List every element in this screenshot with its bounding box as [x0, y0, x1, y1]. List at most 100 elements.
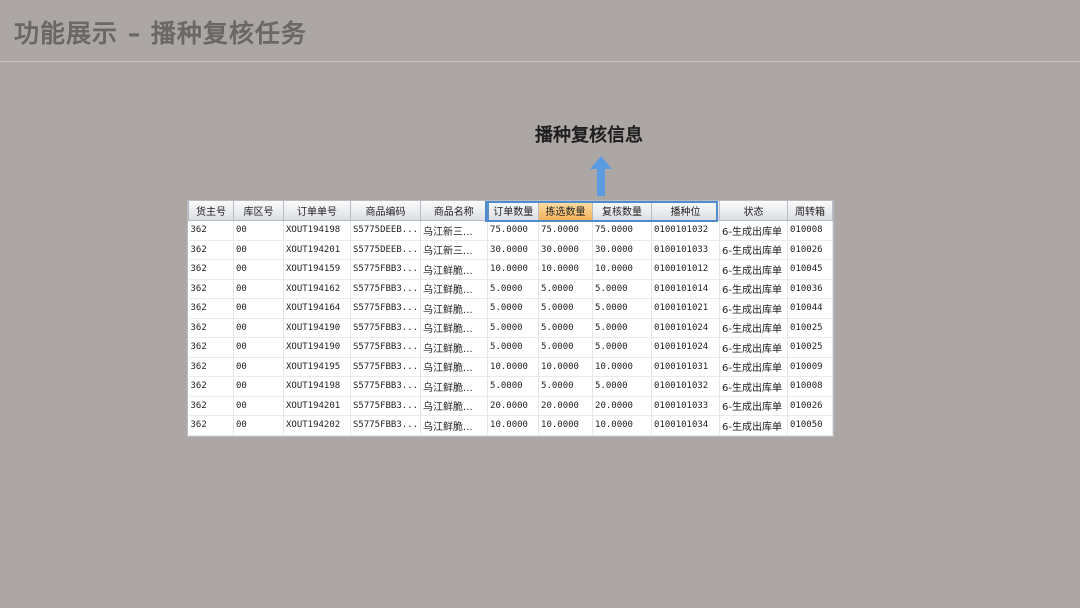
table-cell: 6-生成出库单	[719, 279, 789, 299]
table-cell: 0100101032	[651, 220, 721, 241]
column-header[interactable]: 订单单号	[283, 201, 351, 221]
table-row[interactable]: 362 00 XOUT194201 S5775FBB3... 乌江鲜脆... 20.000…	[188, 396, 834, 416]
table-row[interactable]: 362 00 XOUT194195 S5775FBB3... 乌江鲜脆... 10.000…	[188, 357, 834, 377]
table-row[interactable]: 362 00 XOUT194162 S5775FBB3... 乌江鲜脆... 5.0000…	[188, 279, 834, 299]
table-cell: XOUT194201	[283, 240, 351, 260]
table-row[interactable]: 362 00 XOUT194190 S5775FBB3... 乌江鲜脆... 5.0000…	[188, 318, 834, 338]
table-cell: S5775FBB3...	[350, 279, 422, 299]
table-cell: 0100101024	[651, 318, 721, 338]
table-cell: 5.0000	[487, 318, 540, 338]
table-cell: 362	[188, 357, 234, 377]
table-cell: 10.0000	[487, 357, 540, 377]
table-cell: 10.0000	[487, 415, 540, 436]
table-body: 362 00 XOUT194198 S5775DEEB... 乌江新三... 75.000…	[188, 220, 834, 436]
table-row[interactable]: 362 00 XOUT194202 S5775FBB3... 乌江鲜脆... 10.000…	[188, 415, 834, 436]
table-cell: 5.0000	[487, 279, 540, 299]
table-cell: 6-生成出库单	[719, 357, 789, 377]
table-cell: S5775FBB3...	[350, 337, 422, 358]
table-cell: 010008	[787, 220, 834, 241]
table-cell: 010036	[787, 279, 834, 299]
column-header[interactable]: 状态	[719, 201, 789, 221]
table-row[interactable]: 362 00 XOUT194198 S5775DEEB... 乌江新三... 75.000…	[188, 220, 834, 241]
table-cell: 乌江鲜脆...	[420, 279, 489, 299]
table-cell: S5775FBB3...	[350, 318, 422, 338]
table-cell: 20.0000	[538, 396, 594, 416]
table-cell: 0100101021	[651, 298, 721, 319]
table-cell: 0100101024	[651, 337, 721, 358]
table-header-row: 货主号 库区号 订单单号 商品编码 商品名称 订单数量 拣选数量 复核数量 播种位 状态 周转箱	[188, 201, 834, 221]
table-cell: 010026	[787, 396, 834, 416]
column-header[interactable]: 复核数量	[592, 201, 653, 221]
table-row[interactable]: 362 00 XOUT194198 S5775FBB3... 乌江鲜脆... 5.0000…	[188, 376, 834, 397]
table-cell: 乌江鲜脆...	[420, 415, 489, 436]
arrow-up-icon	[590, 156, 612, 196]
table-cell: 0100101012	[651, 259, 721, 280]
table-cell: S5775FBB3...	[350, 415, 422, 436]
table-row[interactable]: 362 00 XOUT194190 S5775FBB3... 乌江鲜脆... 5.0000…	[188, 337, 834, 358]
table-cell: 00	[233, 220, 284, 241]
table-cell: 乌江鲜脆...	[420, 318, 489, 338]
table-cell: 75.0000	[487, 220, 540, 241]
table-cell: 6-生成出库单	[719, 337, 789, 358]
table-cell: 5.0000	[592, 279, 653, 299]
table-cell: 6-生成出库单	[719, 259, 789, 280]
table-cell: 00	[233, 415, 284, 436]
column-header[interactable]: 拣选数量	[538, 201, 594, 221]
table-cell: XOUT194190	[283, 337, 351, 358]
table-cell: 5.0000	[592, 376, 653, 397]
table-cell: 010025	[787, 337, 834, 358]
table-cell: 乌江新三...	[420, 220, 489, 241]
table-cell: 362	[188, 396, 234, 416]
table-cell: 10.0000	[592, 259, 653, 280]
table-cell: 10.0000	[487, 259, 540, 280]
table-cell: S5775DEEB...	[350, 220, 422, 241]
column-header[interactable]: 商品编码	[349, 201, 422, 221]
table-cell: 362	[188, 298, 234, 319]
table-cell: 20.0000	[487, 396, 540, 416]
table-cell: 乌江鲜脆...	[420, 259, 489, 280]
table-cell: 20.0000	[592, 396, 653, 416]
table-cell: 5.0000	[592, 318, 653, 338]
table-cell: 00	[233, 357, 284, 377]
table-cell: 30.0000	[487, 240, 540, 260]
table-cell: 00	[233, 298, 284, 319]
table-cell: 乌江鲜脆...	[420, 396, 489, 416]
table-cell: 362	[188, 259, 234, 280]
table-cell: 6-生成出库单	[719, 415, 789, 436]
table-cell: 5.0000	[538, 279, 594, 299]
table-cell: 10.0000	[538, 259, 594, 280]
column-header[interactable]: 周转箱	[787, 201, 834, 221]
table-cell: 5.0000	[592, 337, 653, 358]
table-cell: 5.0000	[592, 298, 653, 319]
table-cell: XOUT194162	[283, 279, 351, 299]
column-header[interactable]: 库区号	[233, 201, 284, 221]
table-cell: 10.0000	[538, 357, 594, 377]
slide-title: 功能展示 – 播种复核任务	[14, 19, 307, 48]
column-header[interactable]: 商品名称	[420, 201, 489, 221]
table-cell: 362	[188, 415, 234, 436]
table-row[interactable]: 362 00 XOUT194164 S5775FBB3... 乌江鲜脆... 5.0000…	[188, 298, 834, 319]
table-cell: 6-生成出库单	[719, 396, 789, 416]
table-cell: XOUT194164	[283, 298, 351, 319]
column-header[interactable]: 播种位	[651, 201, 721, 221]
column-header[interactable]: 订单数量	[486, 201, 540, 221]
table-cell: 010009	[787, 357, 834, 377]
table-cell: XOUT194198	[283, 376, 351, 397]
table-cell: 010025	[787, 318, 834, 338]
column-header[interactable]: 货主号	[188, 201, 234, 221]
table-row[interactable]: 362 00 XOUT194159 S5775FBB3... 乌江鲜脆... 10.000…	[188, 259, 834, 280]
table-cell: S5775FBB3...	[350, 396, 422, 416]
table-cell: 30.0000	[538, 240, 594, 260]
table-cell: S5775DEEB...	[350, 240, 422, 260]
table-cell: 75.0000	[538, 220, 594, 241]
table-cell: XOUT194201	[283, 396, 351, 416]
table-cell: 5.0000	[487, 298, 540, 319]
table-row[interactable]: 362 00 XOUT194201 S5775DEEB... 乌江新三... 30.000…	[188, 240, 834, 260]
table-cell: 5.0000	[538, 318, 594, 338]
table-cell: 6-生成出库单	[719, 318, 789, 338]
table-cell: 5.0000	[487, 376, 540, 397]
table-cell: 10.0000	[592, 415, 653, 436]
table-cell: S5775FBB3...	[350, 376, 422, 397]
table-cell: XOUT194195	[283, 357, 351, 377]
table-cell: 00	[233, 259, 284, 280]
